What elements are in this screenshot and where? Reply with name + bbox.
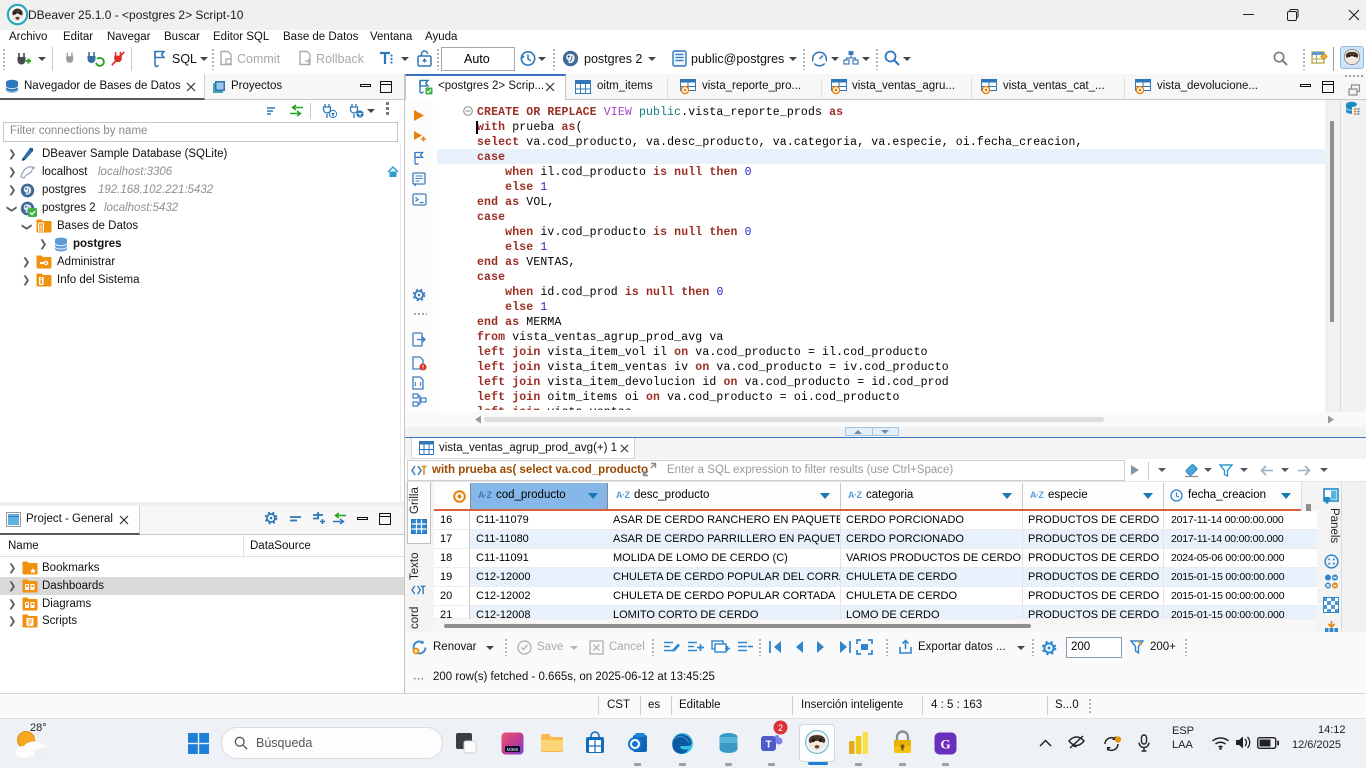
svg-text:2: 2 bbox=[778, 723, 783, 733]
svg-text:G: G bbox=[940, 737, 950, 752]
svg-text:T: T bbox=[765, 740, 771, 751]
svg-text:M365: M365 bbox=[507, 747, 519, 752]
